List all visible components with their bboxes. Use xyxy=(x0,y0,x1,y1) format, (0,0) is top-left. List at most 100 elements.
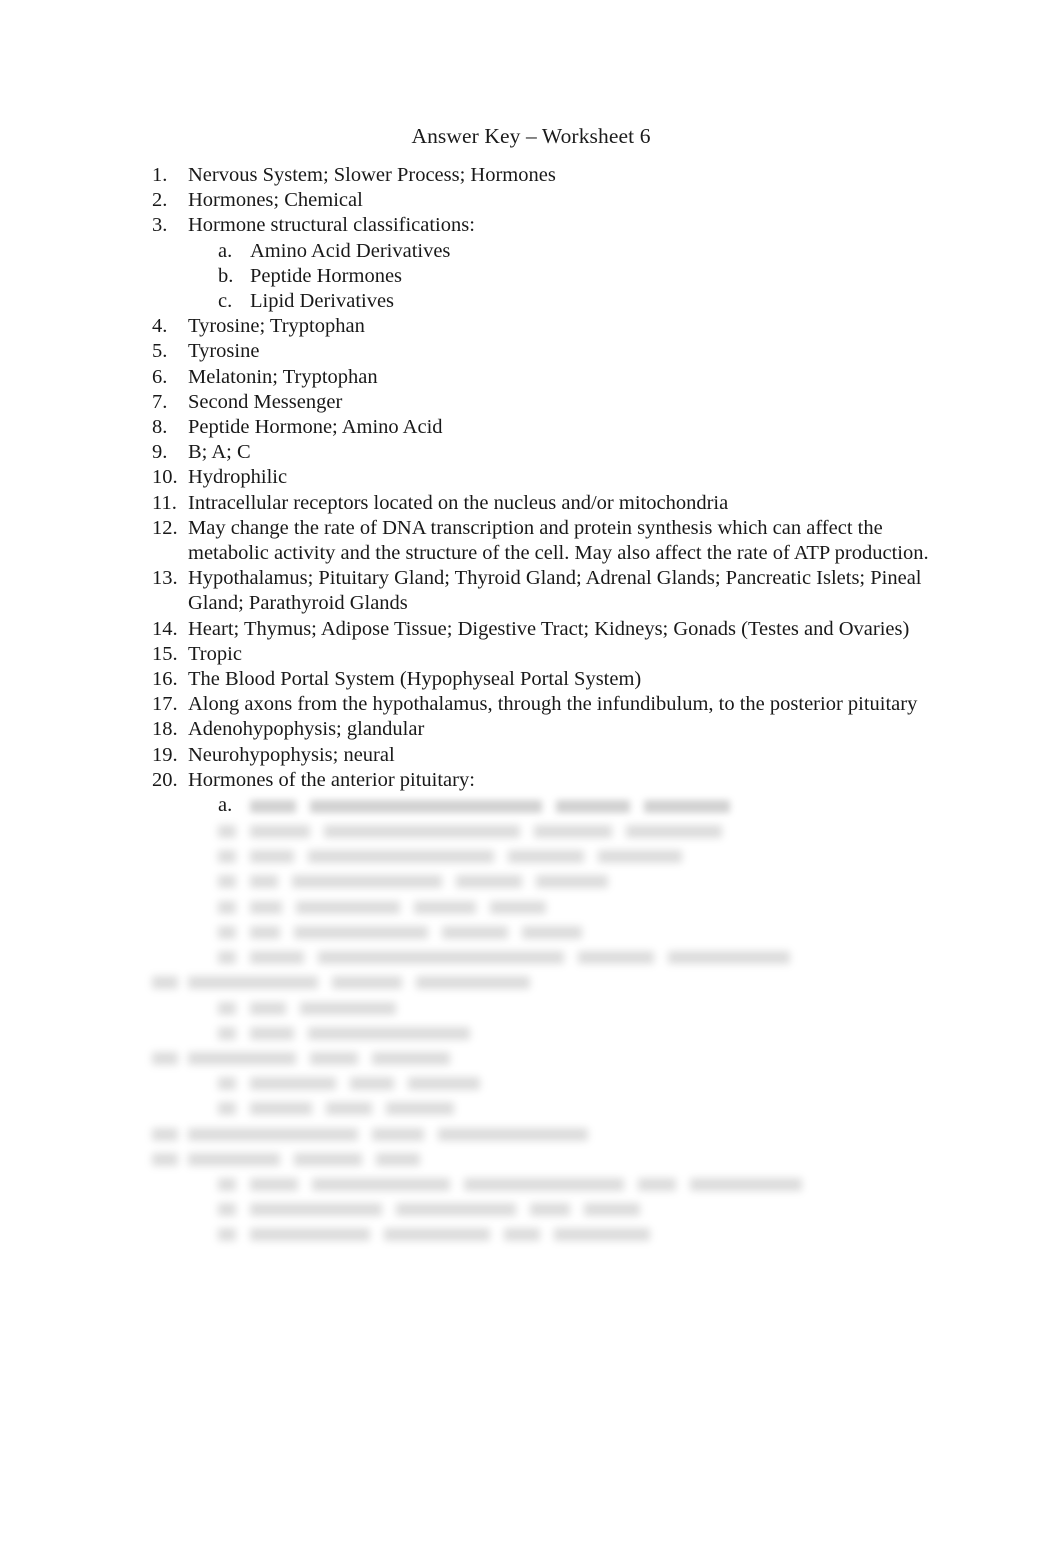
sub-list-item-text: Amino Acid Derivatives xyxy=(250,239,451,262)
list-item-text: Second Messenger xyxy=(188,390,343,413)
obscured-word xyxy=(324,825,520,839)
obscured-word xyxy=(300,1001,396,1015)
list-item: 10. Hydrophilic xyxy=(152,465,932,490)
obscured-word xyxy=(312,1177,450,1191)
obscured-text xyxy=(250,894,932,919)
obscured-word xyxy=(556,799,630,813)
obscured-marker xyxy=(218,919,250,944)
list-item: 4. Tyrosine; Tryptophan xyxy=(152,314,932,339)
obscured-word xyxy=(598,850,682,864)
list-marker: 14. xyxy=(152,617,178,640)
obscured-marker xyxy=(218,894,250,919)
page-title: Answer Key – Worksheet 6 xyxy=(411,124,651,148)
obscured-word xyxy=(218,850,236,864)
list-item: 20. Hormones of the anterior pituitary: xyxy=(152,768,932,793)
list-item-text: The Blood Portal System (Hypophyseal Por… xyxy=(188,668,642,691)
sub-list-marker: c. xyxy=(218,290,233,313)
obscured-word xyxy=(578,951,654,965)
list-item: 2. Hormones; Chemical xyxy=(152,188,932,213)
list-marker: 2. xyxy=(152,189,168,212)
obscured-word xyxy=(626,825,722,839)
list-marker: 15. xyxy=(152,642,178,665)
obscured-word xyxy=(218,1102,236,1116)
obscured-word xyxy=(386,1102,454,1116)
obscured-word xyxy=(504,1228,540,1242)
list-item-text: Hormones of the anterior pituitary: xyxy=(188,768,475,791)
list-item: 14. Heart; Thymus; Adipose Tissue; Diges… xyxy=(152,617,932,642)
list-marker: 1. xyxy=(152,164,168,186)
obscured-word xyxy=(250,1077,336,1091)
obscured-sub-list-item xyxy=(152,1222,932,1247)
list-marker: 11. xyxy=(152,491,177,514)
obscured-marker xyxy=(152,1121,188,1146)
obscured-word xyxy=(250,875,278,889)
list-item-text: Tropic xyxy=(188,642,242,665)
obscured-text xyxy=(250,1196,932,1221)
sub-list-item-text: Lipid Derivatives xyxy=(250,290,395,313)
obscured-word xyxy=(350,1077,394,1091)
obscured-word xyxy=(250,1228,370,1242)
obscured-marker xyxy=(218,1171,250,1196)
list-item: 8. Peptide Hormone; Amino Acid xyxy=(152,415,932,440)
obscured-word xyxy=(416,976,530,990)
obscured-sub-list-item xyxy=(152,995,932,1020)
obscured-marker xyxy=(218,843,250,868)
obscured-word xyxy=(318,951,564,965)
list-item-text: Hypothalamus; Pituitary Gland; Thyroid G… xyxy=(188,567,922,615)
list-item: 12. May change the rate of DNA transcrip… xyxy=(152,516,932,566)
obscured-word xyxy=(508,850,584,864)
obscured-word xyxy=(408,1077,480,1091)
obscured-word xyxy=(218,925,236,939)
obscured-marker xyxy=(218,944,250,969)
sub-list-marker: b. xyxy=(218,264,234,287)
obscured-word xyxy=(396,1203,516,1217)
obscured-word xyxy=(372,1051,450,1065)
obscured-text xyxy=(250,944,932,969)
obscured-word xyxy=(294,1152,362,1166)
obscured-sub-list-item: a. xyxy=(152,793,932,818)
list-item-text: Hydrophilic xyxy=(188,466,288,489)
obscured-text xyxy=(250,1222,932,1247)
obscured-word xyxy=(250,1026,294,1040)
obscured-list-item xyxy=(152,970,932,995)
obscured-word xyxy=(188,1127,358,1141)
list-marker: 3. xyxy=(152,214,168,237)
list-marker: 20. xyxy=(152,768,178,791)
list-item-text: May change the rate of DNA transcription… xyxy=(188,516,929,565)
obscured-word xyxy=(218,825,236,839)
list-item-text: Melatonin; Tryptophan xyxy=(188,365,378,388)
list-item-text: Peptide Hormone; Amino Acid xyxy=(188,416,443,439)
obscured-text xyxy=(250,919,932,944)
obscured-marker xyxy=(218,1020,250,1045)
list-item-text: Tyrosine xyxy=(188,340,260,363)
list-marker: 10. xyxy=(152,466,178,489)
obscured-text xyxy=(250,1171,932,1196)
obscured-text xyxy=(188,1121,932,1146)
obscured-marker xyxy=(218,1070,250,1095)
list-marker: 16. xyxy=(152,668,178,691)
obscured-word xyxy=(218,1228,236,1242)
obscured-text xyxy=(250,869,932,894)
obscured-word xyxy=(554,1228,650,1242)
obscured-word xyxy=(294,925,428,939)
list-marker: 4. xyxy=(152,315,168,338)
obscured-word xyxy=(188,1051,296,1065)
obscured-word xyxy=(250,1001,286,1015)
obscured-list-item xyxy=(152,1146,932,1171)
list-item: 6. Melatonin; Tryptophan xyxy=(152,365,932,390)
obscured-content-block xyxy=(152,818,932,1246)
list-item-text: B; A; C xyxy=(188,441,251,464)
list-marker: 19. xyxy=(152,743,178,766)
obscured-text xyxy=(250,793,932,818)
obscured-word xyxy=(464,1177,624,1191)
obscured-word xyxy=(152,1152,178,1166)
obscured-list-item xyxy=(152,1045,932,1070)
list-item: 18. Adenohypophysis; glandular xyxy=(152,717,932,742)
obscured-word xyxy=(218,1177,236,1191)
obscured-word xyxy=(250,1203,382,1217)
sub-list-marker: a. xyxy=(218,239,233,262)
obscured-word xyxy=(218,1001,236,1015)
obscured-word xyxy=(438,1127,588,1141)
sub-list-item-text: Peptide Hormones xyxy=(250,264,403,287)
obscured-word xyxy=(584,1203,640,1217)
